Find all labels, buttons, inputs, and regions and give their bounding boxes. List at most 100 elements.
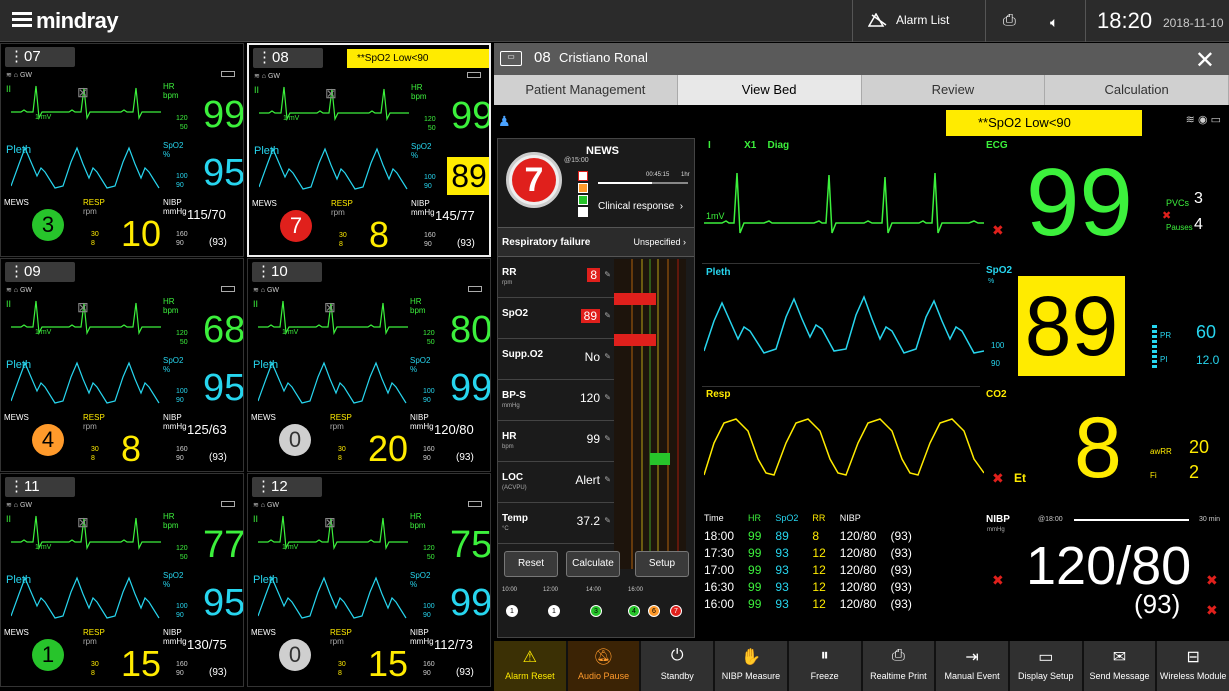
nibp-value: 130/75 <box>187 637 227 652</box>
news-row-temp[interactable]: Temp °C 37.2 ✎ <box>498 505 614 544</box>
spo2-label: SpO2% <box>411 142 432 160</box>
news-row-rr[interactable]: RR rpm 8 ✎ <box>498 259 614 298</box>
bed-tile-09[interactable]: ⋮09 ≋ ⌂ GW II ⊠ 1 mV HR bpm 120 50 68 Pleth SpO2% 10… <box>0 258 244 472</box>
nibp-map: (93) <box>209 452 227 463</box>
display-setup-button[interactable]: ▭ Display Setup <box>1009 641 1082 691</box>
clinical-response-button[interactable]: Clinical response › <box>598 201 683 212</box>
logo: mindray <box>36 8 119 33</box>
trend-table: Time HR SpO2 RR NIBP 18:00 99 89 8 120/80 (93) 17:… <box>704 513 944 614</box>
bed-tile-12[interactable]: ⋮12 ≋ ⌂ GW II ⊠ 1 mV HR bpm 120 50 75 Pleth SpO2% 10… <box>247 473 491 687</box>
news-param-unit: (ACVPU) <box>502 485 527 491</box>
setup-button[interactable]: Setup <box>635 551 689 577</box>
trend-cell: 12 <box>812 597 826 611</box>
resp-value: 8 <box>121 428 142 469</box>
news-row-suppo2[interactable]: Supp.O2 No ✎ <box>498 341 614 380</box>
tab-patient-management[interactable]: Patient Management <box>494 75 678 105</box>
alarm-reset-button[interactable]: ⚠ Alarm Reset <box>494 641 566 691</box>
news-row-hr[interactable]: HR bpm 99 ✎ <box>498 423 614 462</box>
spo2-label: SpO2% <box>410 571 431 589</box>
level-orange <box>578 183 588 193</box>
news-row-spo2[interactable]: SpO2 89 ✎ <box>498 300 614 339</box>
tab-review[interactable]: Review <box>862 75 1046 105</box>
alarm-banner[interactable]: **SpO2 Low<90 <box>347 49 489 68</box>
pleth-waveform <box>704 294 984 354</box>
calculate-button[interactable]: Calculate <box>566 551 620 577</box>
axis-label: 10:00 <box>502 587 518 593</box>
news-history-point[interactable]: 6 <box>648 605 660 617</box>
bed-tile-08[interactable]: ⋮08 **SpO2 Low<90 ≋ ⌂ GW II ⊠ 1 mV HR bpm 120 50 9… <box>247 43 491 257</box>
spo2-low-limit: 90 <box>991 359 1000 368</box>
print-icon[interactable]: ⎙ <box>1003 12 1016 30</box>
bed-tile-10[interactable]: ⋮10 ≋ ⌂ GW II ⊠ 1 mV HR bpm 120 50 80 Pleth SpO2% 10… <box>247 258 491 472</box>
send-message-button[interactable]: ✉ Send Message <box>1083 641 1156 691</box>
nibp-time: @18:00 <box>1038 516 1063 523</box>
nibp-label: NIBP mmHg <box>410 413 434 431</box>
send-message-icon: ✉ <box>1112 649 1127 666</box>
news-param-label: LOC <box>502 472 524 483</box>
mews-label: MEWS <box>4 198 29 207</box>
nibp-measure-button[interactable]: ✋ NIBP Measure <box>715 641 787 691</box>
news-param-value: 37.2 <box>576 514 600 528</box>
bed-icon: ▭ <box>500 51 522 66</box>
alarm-off-icon: ✖ <box>992 572 1004 588</box>
trend-cell: 99 <box>748 563 762 577</box>
resp-label: RESP rpm <box>83 198 105 216</box>
menu-icon[interactable] <box>12 12 32 28</box>
trend-cell: 120/80 <box>839 563 877 577</box>
trend-cell: 17:00 <box>704 563 735 577</box>
trend-cell: 89 <box>775 529 789 543</box>
close-icon[interactable]: ✕ <box>1195 46 1215 75</box>
tab-view-bed[interactable]: View Bed <box>677 75 862 105</box>
news-history-point[interactable]: 4 <box>628 605 640 617</box>
spo2-high-limit: 100 <box>991 341 1005 350</box>
edit-icon: ✎ <box>604 352 611 361</box>
news-history-point[interactable]: 1 <box>548 605 560 617</box>
hr-label: HR bpm <box>163 512 179 530</box>
manual-event-button[interactable]: ⇥ Manual Event <box>936 641 1008 691</box>
respiratory-failure-row[interactable]: Respiratory failure Unspecified › <box>498 227 694 257</box>
nibp-timer-bar <box>1074 519 1189 521</box>
spo2-value: 99 <box>450 582 491 624</box>
bed-tile-11[interactable]: ⋮11 ≋ ⌂ GW II ⊠ 1 mV HR bpm 120 50 77 Pleth SpO2% 10… <box>0 473 244 687</box>
news-row-loc[interactable]: LOC (ACVPU) Alert ✎ <box>498 464 614 503</box>
ecg-scale: 1 mV <box>35 114 52 121</box>
audio-pause-button[interactable]: 🔕︎ Audio Pause <box>567 641 640 691</box>
axis-label: 14:00 <box>586 587 602 593</box>
freeze-button[interactable]: ⏸ Freeze <box>788 641 861 691</box>
alarm-off-icon: ✖ <box>1206 572 1218 588</box>
battery-icon <box>467 72 481 78</box>
resp-label: RESP rpm <box>330 413 352 431</box>
ecg-scale: 1 mV <box>282 329 299 336</box>
news-param-unit: mmHg <box>502 403 520 409</box>
news-history-point[interactable]: 7 <box>670 605 682 617</box>
detail-title: 08 Cristiano Ronal <box>534 49 648 66</box>
battery-icon <box>468 286 482 292</box>
tab-calculation[interactable]: Calculation <box>1045 75 1229 105</box>
realtime-print-button[interactable]: ⎙ Realtime Print <box>862 641 935 691</box>
spo2-label: SpO2% <box>410 356 431 374</box>
hr-label: HR bpm <box>163 297 179 315</box>
spo2-value: 89 <box>447 157 489 195</box>
alarm-paused-icon: ⊠ <box>324 299 336 315</box>
news-history-point[interactable]: 3 <box>590 605 602 617</box>
wireless-module-button[interactable]: ⊟ Wireless Module <box>1157 641 1229 691</box>
reset-button[interactable]: Reset <box>504 551 558 577</box>
hr-limits: 120 50 <box>176 545 188 561</box>
news-history-point[interactable]: 1 <box>506 605 518 617</box>
nibp-map: (93) <box>456 452 474 463</box>
nibp-value: 125/63 <box>187 422 227 437</box>
bed-tile-07[interactable]: ⋮07 ≋ ⌂ GW II ⊠ 1 mV HR bpm 120 50 99 Pleth SpO2% 10… <box>0 43 244 257</box>
edit-icon: ✎ <box>604 475 611 484</box>
alarm-list-button[interactable]: Alarm List <box>868 13 949 27</box>
news-param-value: 89 <box>580 309 600 323</box>
hr-limits: 120 50 <box>423 330 435 346</box>
news-row-bps[interactable]: BP-S mmHg 120 ✎ <box>498 382 614 421</box>
standby-button[interactable]: ⏻ Standby <box>641 641 714 691</box>
alarm-paused-icon: ⊠ <box>324 514 336 530</box>
news-score-graph <box>614 259 686 569</box>
resp-label: RESP rpm <box>330 628 352 646</box>
news-panel: 7 NEWS @15:00 00:45:15 1hr Clinical resp… <box>497 138 695 638</box>
alarm-banner[interactable]: **SpO2 Low<90 <box>946 110 1142 136</box>
volume-icon[interactable]: 🔈︎ <box>1050 14 1058 31</box>
nibp-value: 120/80 <box>434 422 474 437</box>
